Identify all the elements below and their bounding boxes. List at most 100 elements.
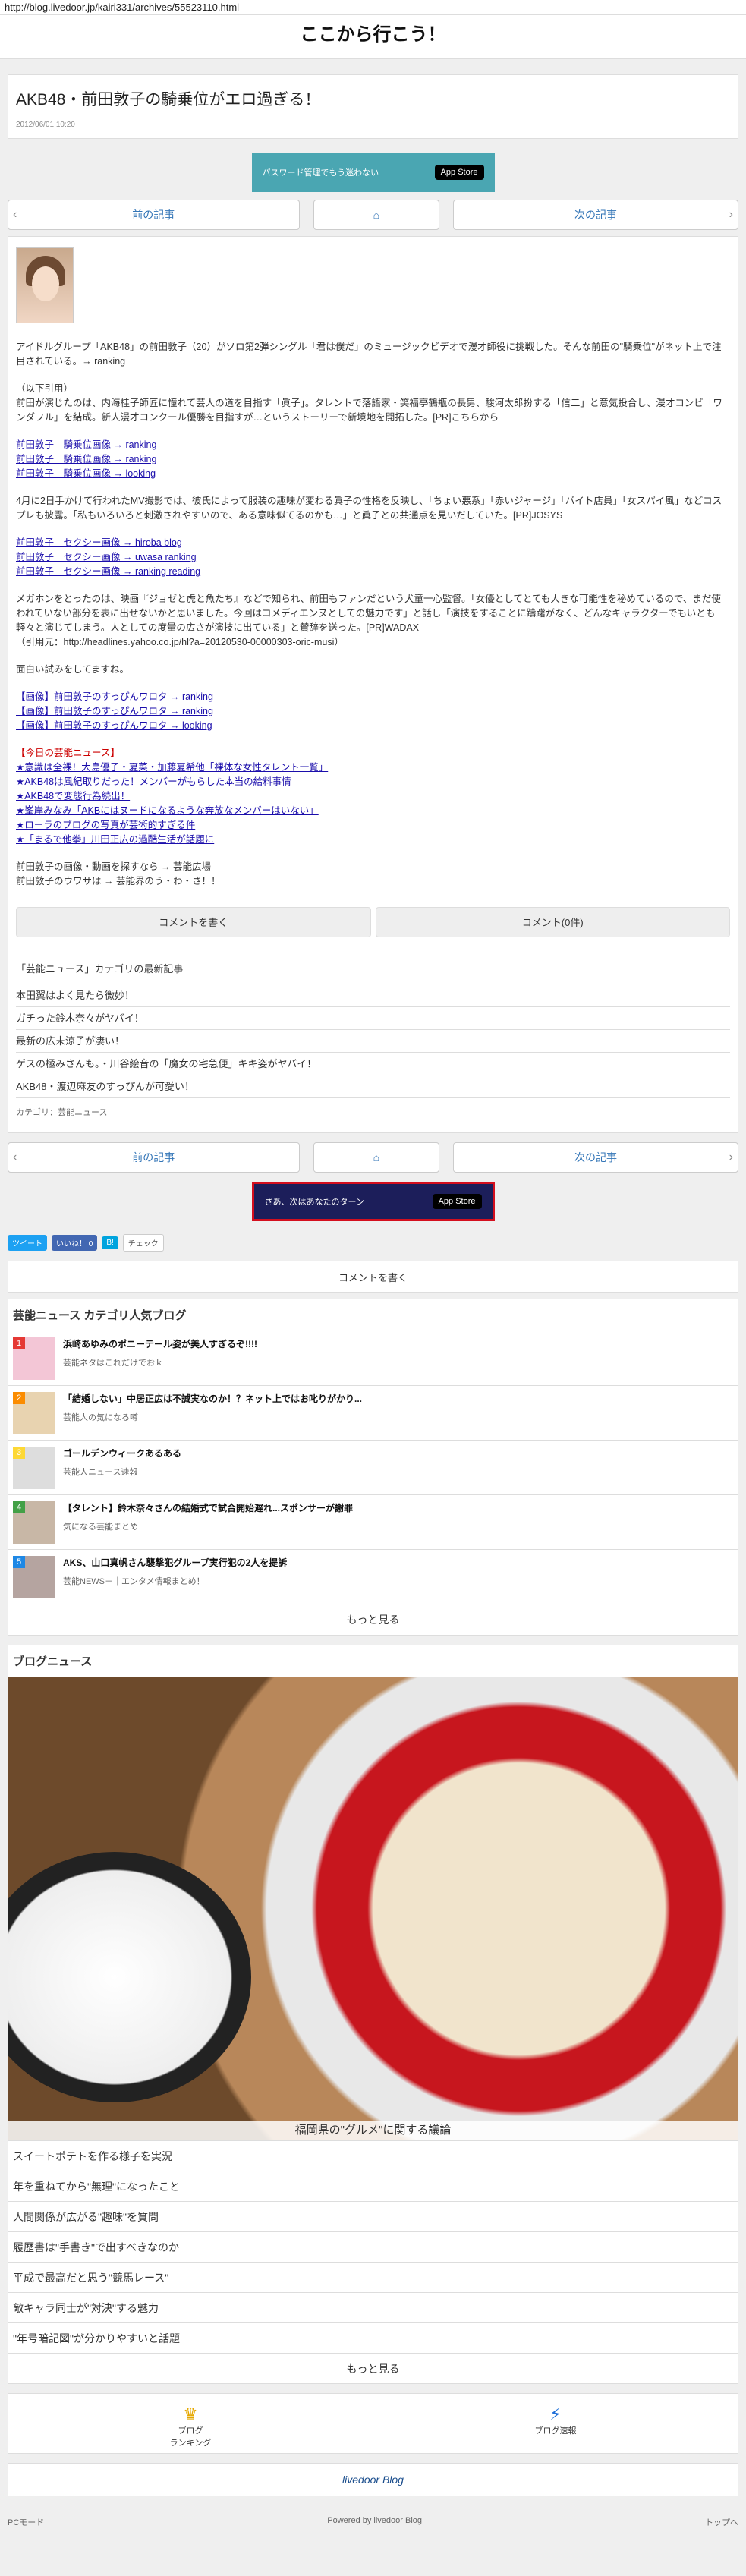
like-button[interactable]: いいね！ 0 [52,1234,98,1251]
more-button[interactable]: もっと見る [8,2353,738,2383]
home-button[interactable]: ⌂ [313,1142,440,1173]
next-article-button[interactable]: 次の記事 › [453,200,738,230]
chevron-left-icon: ‹ [13,208,17,221]
check-button[interactable]: チェック [122,1233,164,1252]
next-label: 次の記事 [574,1151,618,1164]
chevron-left-icon: ‹ [13,1151,17,1164]
news-link[interactable]: ★AKB48は風紀取りだった！メンバーがもらした本当の給料事情 [16,775,730,789]
article-date: 2012/06/01 10:20 [16,121,75,129]
list-item[interactable]: 最新の広末涼子が凄い！ [16,1029,730,1052]
list-item[interactable]: ゲスの極みさんも。・川谷絵音の「魔女の宅急便」キキ姿がヤバイ！ [16,1052,730,1075]
list-item[interactable]: スイートポテトを作る様子を実況 [8,2140,738,2171]
article-link[interactable]: 前田敦子のウワサは → 芸能界のう・わ・さ！！ [16,874,730,889]
hatena-bookmark-button[interactable]: B! [102,1236,118,1249]
ad-banner-bottom[interactable]: さあ、次はあなたのターン App Store [251,1182,495,1221]
article-link[interactable]: 前田敦子の画像・動画を探すなら → 芸能広場 [16,860,730,874]
prev-article-button[interactable]: ‹ 前の記事 [8,1142,300,1173]
list-item[interactable]: 平成で最高だと思う"競馬レース" [8,2262,738,2292]
comment-actions: コメントを書く コメント(0件) [16,907,730,937]
rank-number: 3 [13,1447,25,1459]
list-item[interactable]: 年を重ねてから"無理"になったこと [8,2171,738,2201]
more-button[interactable]: もっと見る [8,1604,738,1635]
rank-title: AKS、山口真帆さん襲撃犯グループ実行犯の2人を提訴 [63,1557,288,1568]
next-article-button[interactable]: 次の記事 › [453,1142,738,1173]
rank-blog: 芸能人の気になる噂 [63,1413,138,1422]
rank-item[interactable]: 5 AKS、山口真帆さん襲撃犯グループ実行犯の2人を提訴 芸能NEWS＋｜エンタメ… [8,1550,738,1604]
rank-item[interactable]: 3 ゴールデンウィークあるある 芸能人ニュース速報 [8,1441,738,1495]
livedoor-logo[interactable]: livedoor Blog [8,2463,738,2496]
list-item[interactable]: AKB48・渡辺麻友のすっぴんが可愛い！ [16,1075,730,1097]
news-link[interactable]: ★意識は全裸！大島優子・夏菜・加藤夏希他「裸体な女性タレント一覧」 [16,761,730,775]
list-item[interactable]: 敵キャラ同士が"対決"する魅力 [8,2292,738,2322]
report-label: ブログ速報 [534,2426,577,2436]
rank-item[interactable]: 1 浜崎あゆみのポニーテール姿が美人すぎるぞ!!!! 芸能ネタはこれだけでおｋ [8,1331,738,1386]
rank-item[interactable]: 4 【タレント】鈴木奈々さんの結婚式で試合開始遅れ...スポンサーが謝罪 気になる… [8,1495,738,1550]
category-news-title: 「芸能ニュース」カテゴリの最新記事 [16,963,184,975]
rank-blog: 気になる芸能まとめ [63,1523,138,1532]
article-pager-top: ‹ 前の記事 ⌂ 次の記事 › [8,200,738,230]
article-link[interactable]: 前田敦子 騎乗位画像 → ranking [16,438,730,452]
article-link[interactable]: 【画像】前田敦子のすっぴんワロタ → looking [16,719,730,733]
prev-article-button[interactable]: ‹ 前の記事 [8,200,300,230]
blog-report-link[interactable]: ⚡ ブログ速報 [373,2394,738,2453]
rank-item[interactable]: 2 「結婚しない」中居正広は不誠実なのか！？ネット上ではお叱りがかり... 芸能人… [8,1386,738,1441]
list-item[interactable]: 履歴書は"手書き"で出すべきなのか [8,2231,738,2262]
article-link[interactable]: 【画像】前田敦子のすっぴんワロタ → ranking [16,704,730,719]
rank-number: 1 [13,1337,25,1349]
back-to-top-link[interactable]: トップへ [705,2516,738,2528]
article-link[interactable]: 前田敦子 セクシー画像 → uwasa ranking [16,550,730,565]
home-button[interactable]: ⌂ [313,200,440,230]
crown-icon: ♛ [183,2404,198,2423]
write-comment-button[interactable]: コメントを書く [16,907,371,937]
article-header: AKB48・前田敦子の騎乗位がエロ過ぎる！ 2012/06/01 10:20 [8,74,738,139]
address-bar[interactable]: http://blog.livedoor.jp/kairi331/archive… [0,0,746,15]
article-link[interactable]: 前田敦子 騎乗位画像 → looking [16,467,730,481]
prev-label: 前の記事 [132,1151,175,1164]
news-link[interactable]: ★AKB48で変態行為続出！ [16,789,730,804]
powered-by: Powered by livedoor Blog [327,2516,423,2525]
paragraph: 4月に2日手かけて行われたMV撮影では、彼氏によって服装の趣味が変わる眞子の性格… [16,496,722,521]
news-link[interactable]: ★峯岸みなみ「AKBにはヌードになるような奔放なメンバーはいない」 [16,804,730,818]
article-link[interactable]: 前田敦子 セクシー画像 → hiroba blog [16,536,730,550]
blog-news-title: ブログニュース [8,1645,738,1677]
article-link[interactable]: 前田敦子 セクシー画像 → ranking reading [16,565,730,579]
app-store-badge: App Store [434,165,484,180]
rank-number: 4 [13,1501,25,1513]
list-item[interactable]: 本田翼はよく見たら微妙！ [16,984,730,1006]
list-item[interactable]: ガチった鈴木奈々がヤバイ！ [16,1006,730,1029]
article-thumbnail [16,247,74,323]
ad-text: パスワード管理でもう迷わない [262,168,379,178]
write-comment-box[interactable]: コメントを書く [8,1261,738,1293]
category-label[interactable]: カテゴリ：芸能ニュース [16,1097,730,1120]
pc-mode-link[interactable]: PCモード [8,2516,44,2528]
blog-title[interactable]: ここから行こう！ [0,15,746,59]
ranking-label: ブログ ランキング [169,2426,212,2448]
comment-count-button[interactable]: コメント(0件) [375,907,730,937]
rank-title: 浜崎あゆみのポニーテール姿が美人すぎるぞ!!!! [63,1339,257,1349]
rank-thumbnail: 1 [13,1337,55,1380]
news-link[interactable]: ★ローラのブログの写真が芸術的すぎる件 [16,818,730,833]
share-buttons: ツイート いいね！ 0 B! チェック [0,1233,746,1252]
rank-thumbnail: 3 [13,1447,55,1489]
rank-title: ゴールデンウィークあるある [63,1448,182,1459]
prev-label: 前の記事 [132,209,175,221]
blog-news-list: スイートポテトを作る様子を実況 年を重ねてから"無理"になったこと 人間関係が広… [8,2140,738,2353]
ad-banner-top[interactable]: パスワード管理でもう迷わない App Store [251,153,495,192]
paragraph: 前田が演じたのは、内海桂子師匠に憧れて芸人の道を目指す「眞子」。タレントで落語家… [16,398,722,423]
news-link[interactable]: ★「まるで他拳」川田正広の過酷生活が話題に [16,833,730,847]
article-link[interactable]: 前田敦子 騎乗位画像 → ranking [16,452,730,467]
article-title: AKB48・前田敦子の騎乗位がエロ過ぎる！ [16,91,321,109]
citation: （引用元：http://headlines.yahoo.co.jp/hl?a=2… [16,637,344,647]
blog-news: ブログニュース 福岡県の"グルメ"に関する議論 スイートポテトを作る様子を実況 … [8,1645,738,2384]
article-pager-bottom: ‹ 前の記事 ⌂ 次の記事 › [8,1142,738,1173]
footer-links: ♛ ブログ ランキング ⚡ ブログ速報 [8,2393,738,2454]
list-item[interactable]: 人間関係が広がる"趣味"を質問 [8,2201,738,2231]
article-link[interactable]: 【画像】前田敦子のすっぴんワロタ → ranking [16,690,730,704]
article-body: アイドルグループ「AKB48」の前田敦子（20）がソロ第2弾シングル「君は僕だ」… [8,236,738,1133]
home-icon: ⌂ [373,1151,380,1164]
tweet-button[interactable]: ツイート [8,1234,47,1251]
paragraph: アイドルグループ「AKB48」の前田敦子（20）がソロ第2弾シングル「君は僕だ」… [16,342,722,367]
featured-news-image[interactable]: 福岡県の"グルメ"に関する議論 [8,1677,738,2140]
blog-ranking-link[interactable]: ♛ ブログ ランキング [8,2394,373,2453]
list-item[interactable]: "年号暗記図"が分かりやすいと話題 [8,2322,738,2353]
